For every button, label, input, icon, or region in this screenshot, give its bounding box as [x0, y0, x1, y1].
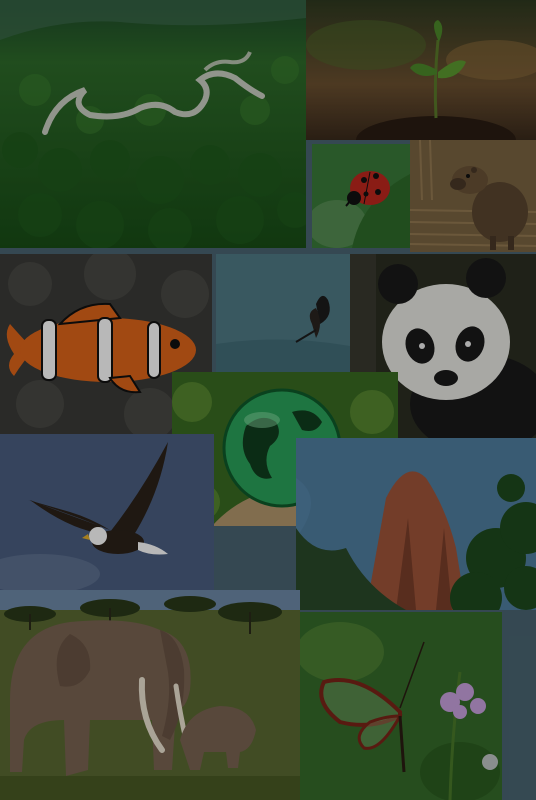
ladybug-photo — [312, 144, 410, 248]
river-forest-photo — [0, 0, 306, 248]
eagle-photo — [0, 434, 214, 590]
seedling-photo — [306, 0, 536, 140]
capybara-photo — [410, 140, 536, 252]
canyon-photo — [296, 438, 536, 610]
elephants-photo — [0, 590, 300, 800]
butterfly-silhouette-photo — [216, 254, 350, 372]
photo-collage — [0, 0, 536, 800]
glasswing-butterfly-photo — [300, 612, 502, 800]
